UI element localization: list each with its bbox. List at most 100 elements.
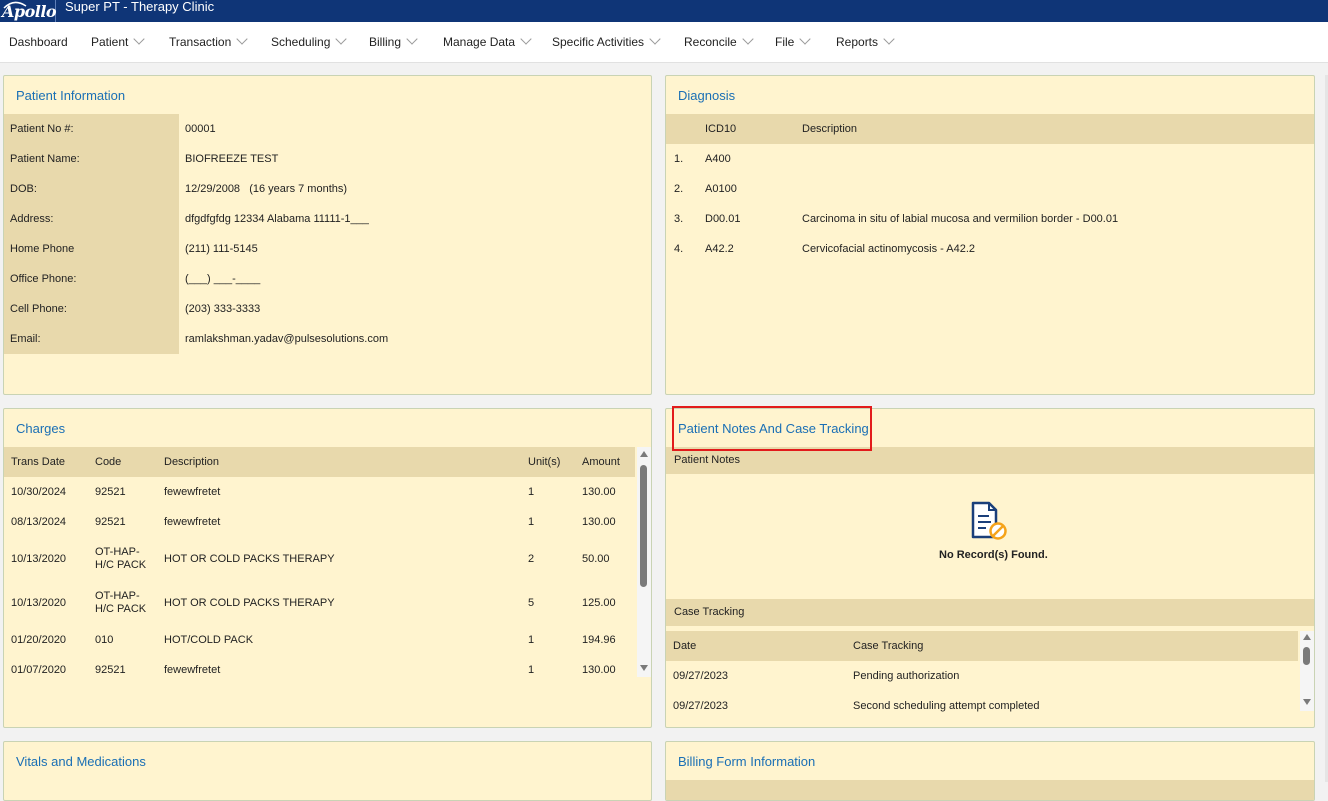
icd-code: A0100 [705, 183, 737, 195]
charge-description: HOT OR COLD PACKS THERAPY [164, 553, 335, 565]
column-header-trans-date: Trans Date [11, 456, 66, 468]
scroll-down-icon[interactable] [640, 665, 648, 671]
menu-specific-activities[interactable]: Specific Activities [552, 33, 661, 49]
charge-code-line1: OT-HAP- [95, 590, 140, 602]
charge-amount: 50.00 [582, 553, 610, 565]
info-label: Email: [4, 324, 179, 354]
info-label: DOB: [4, 174, 179, 204]
case-tracking-text: Second scheduling attempt completed [853, 700, 1040, 712]
info-row-cell-phone: Cell Phone: (203) 333-3333 [4, 294, 651, 324]
patient-information-panel: Patient Information Patient No #: 00001 … [3, 75, 652, 395]
menu-label: Specific Activities [552, 35, 645, 49]
top-bar: Apollo Super PT - Therapy Clinic [0, 0, 1328, 22]
info-label: Cell Phone: [4, 294, 179, 324]
no-records-document-icon [971, 501, 1007, 540]
menu-scheduling[interactable]: Scheduling [271, 33, 348, 49]
menu-reports[interactable]: Reports [836, 33, 895, 49]
panel-title: Charges [16, 421, 66, 436]
chevron-down-icon [649, 33, 661, 45]
info-value: 00001 [185, 123, 216, 135]
charge-code-line2: H/C PACK [95, 603, 147, 615]
chevron-down-icon [335, 33, 348, 45]
patient-notes-panel: Patient Notes And Case Tracking Patient … [665, 408, 1315, 728]
menu-transaction[interactable]: Transaction [169, 33, 248, 49]
scroll-up-icon[interactable] [640, 451, 648, 457]
column-header-description: Description [164, 456, 220, 468]
info-row-dob: DOB: 12/29/2008 (16 years 7 months) [4, 174, 651, 204]
case-tracking-header: Case Tracking [666, 599, 1314, 626]
menu-label: File [775, 35, 795, 49]
column-header-icd10: ICD10 [705, 123, 737, 135]
panel-title: Billing Form Information [678, 754, 816, 769]
menu-patient[interactable]: Patient [91, 33, 146, 49]
case-tracking-table-header: Date Case Tracking [666, 631, 1298, 661]
menu-billing[interactable]: Billing [369, 33, 418, 49]
row-number: 2. [674, 183, 684, 195]
charge-description: fewewfretet [164, 664, 221, 676]
trans-date: 08/13/2024 [11, 516, 67, 528]
billing-form-panel: Billing Form Information [665, 741, 1315, 801]
icd-code: A42.2 [705, 243, 734, 255]
charge-amount: 130.00 [582, 516, 616, 528]
vitals-medications-panel: Vitals and Medications [3, 741, 652, 801]
patient-notes-header: Patient Notes [666, 447, 1314, 474]
charge-amount: 130.00 [582, 664, 616, 676]
menu-file[interactable]: File [775, 33, 812, 49]
trans-date: 10/13/2020 [11, 597, 67, 609]
column-header-description: Description [802, 123, 858, 135]
icd-description: Carcinoma in situ of labial mucosa and v… [802, 213, 1119, 225]
charges-scrollbar[interactable] [637, 447, 651, 677]
charge-units: 1 [528, 634, 535, 646]
chevron-down-icon [236, 33, 248, 45]
charges-table-header: Trans Date Code Description Unit(s) Amou… [4, 447, 635, 477]
menu-manage-data[interactable]: Manage Data [443, 33, 532, 49]
info-value: dfgdfgfdg 12334 Alabama 11111-1___ [185, 213, 369, 225]
menu-label: Reconcile [684, 35, 737, 49]
charge-amount: 125.00 [582, 597, 616, 609]
trans-date: 10/30/2024 [11, 486, 67, 498]
info-value: (203) 333-3333 [185, 303, 261, 315]
chevron-down-icon [133, 33, 146, 45]
info-label: Patient No #: [4, 114, 179, 144]
info-value: (___) ___-____ [185, 273, 261, 285]
charge-description: fewewfretet [164, 516, 221, 528]
chevron-down-icon [742, 33, 754, 45]
menu-dashboard[interactable]: Dashboard [9, 35, 68, 49]
chevron-down-icon [406, 33, 418, 45]
info-row-email: Email: ramlakshman.yadav@pulsesolutions.… [4, 324, 651, 354]
panel-title: Diagnosis [678, 88, 736, 103]
scroll-down-icon[interactable] [1303, 699, 1311, 705]
info-value: 12/29/2008 (16 years 7 months) [185, 183, 348, 195]
billing-form-header [666, 780, 1314, 800]
no-records-text: No Record(s) Found. [939, 549, 1048, 561]
charge-description: HOT/COLD PACK [164, 634, 254, 646]
menu-label: Transaction [169, 35, 232, 49]
info-value: ramlakshman.yadav@pulsesolutions.com [185, 333, 389, 345]
menu-label: Manage Data [443, 35, 516, 49]
trans-date: 10/13/2020 [11, 553, 67, 565]
charge-code-line2: H/C PACK [95, 559, 147, 571]
scroll-up-icon[interactable] [1303, 634, 1311, 640]
logo-text: Apollo [2, 2, 57, 21]
panel-title: Patient Information [16, 88, 126, 103]
charge-units: 1 [528, 516, 535, 528]
row-number: 3. [674, 213, 684, 225]
menu-reconcile[interactable]: Reconcile [684, 33, 754, 49]
scrollbar-thumb[interactable] [640, 465, 647, 587]
app-title: Super PT - Therapy Clinic [65, 0, 215, 14]
case-tracking-text: Pending authorization [853, 670, 960, 682]
chevron-down-icon [520, 33, 532, 45]
info-row-address: Address: dfgdfgfdg 12334 Alabama 11111-1… [4, 204, 651, 234]
charge-units: 1 [528, 486, 535, 498]
charge-units: 1 [528, 664, 535, 676]
charge-units: 2 [528, 553, 535, 565]
case-tracking-scrollbar[interactable] [1300, 631, 1314, 711]
charge-amount: 130.00 [582, 486, 616, 498]
diagnosis-table-header: ICD10 Description [666, 114, 1314, 144]
highlight-annotation-box [672, 406, 872, 451]
charge-code: 92521 [95, 664, 126, 676]
info-row-home-phone: Home Phone (211) 111-5145 [4, 234, 651, 264]
info-row-patient-name: Patient Name: BIOFREEZE TEST [4, 144, 651, 174]
scrollbar-thumb[interactable] [1303, 647, 1310, 665]
apollo-logo[interactable]: Apollo [0, 0, 57, 22]
